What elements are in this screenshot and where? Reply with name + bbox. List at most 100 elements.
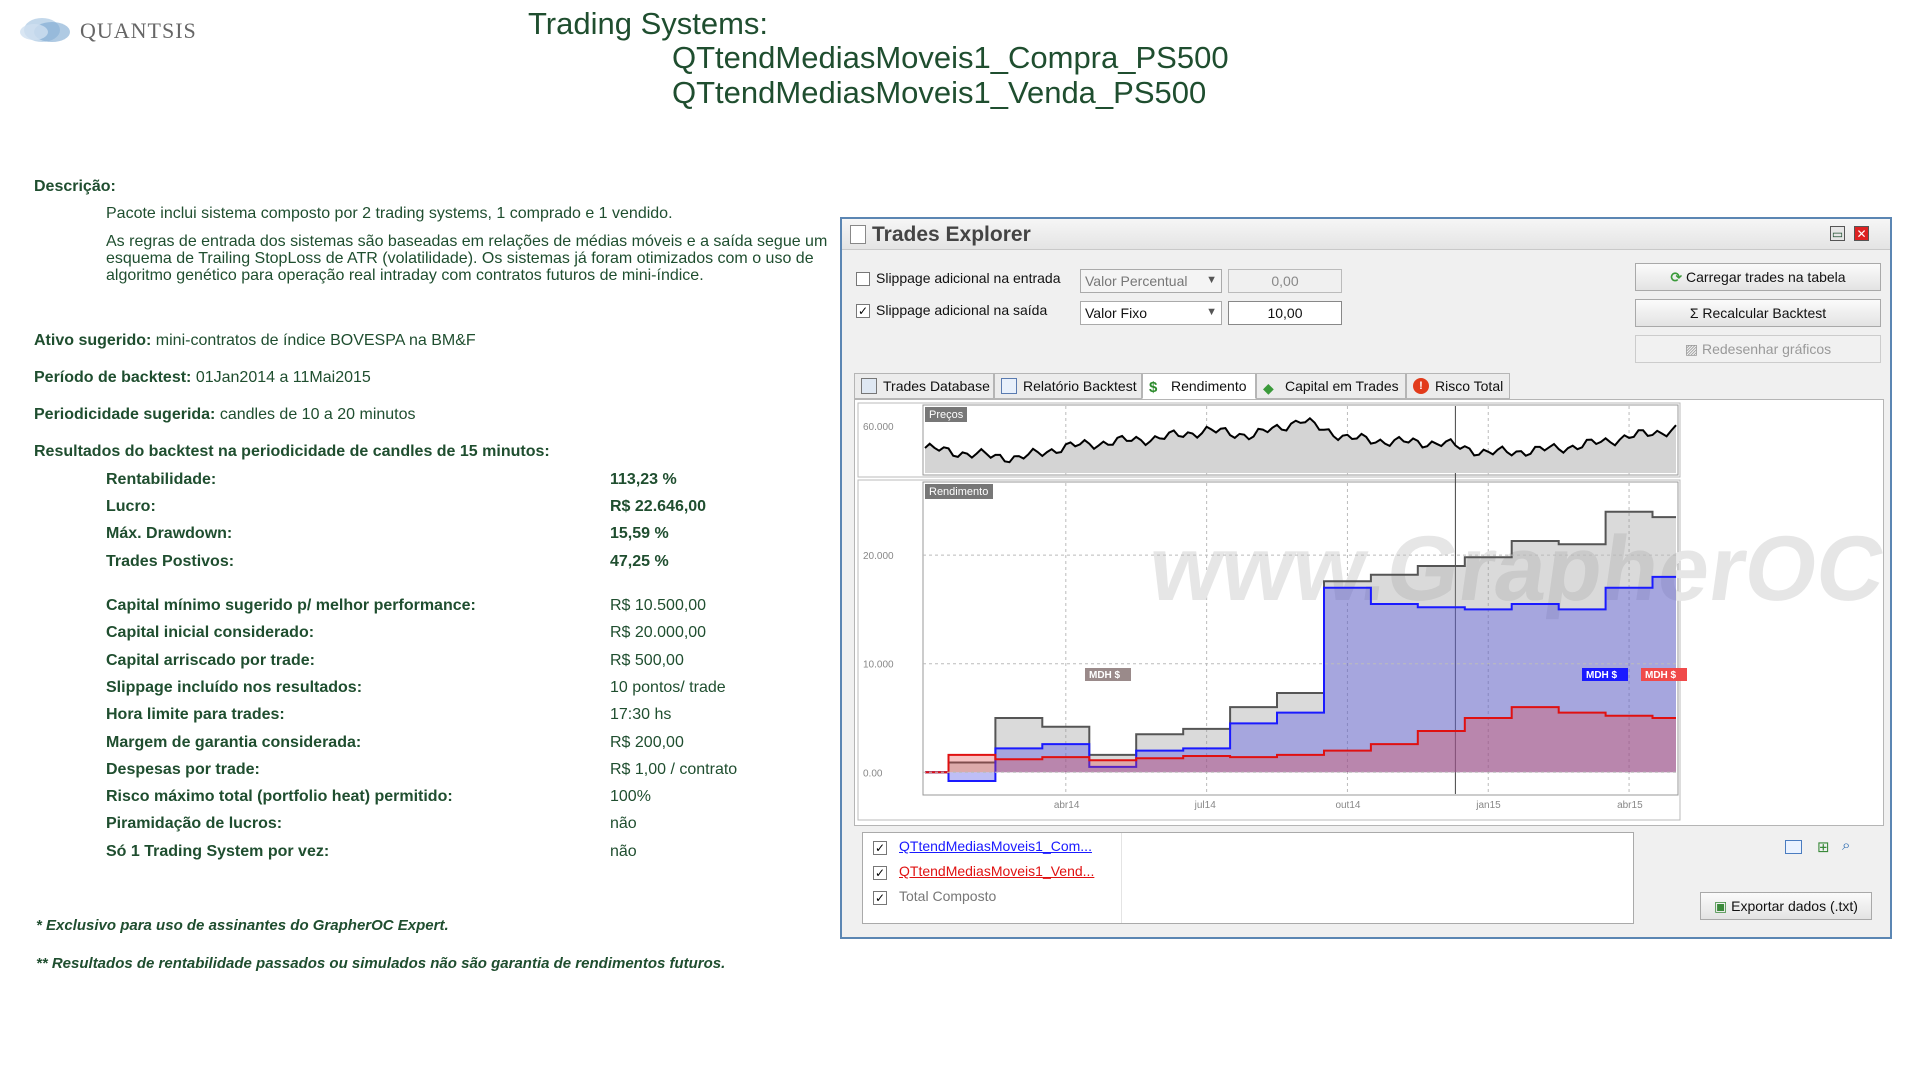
window-layout-icon[interactable] bbox=[1785, 840, 1802, 854]
legend-checkbox-venda[interactable]: ✓ bbox=[873, 866, 887, 880]
description-p2: As regras de entrada dos sistemas são ba… bbox=[106, 233, 828, 284]
param-value: R$ 1,00 / contrato bbox=[610, 761, 738, 778]
param-label: Hora limite para trades: bbox=[106, 706, 285, 723]
table-icon bbox=[861, 378, 877, 394]
param-label: Capital arriscado por trade: bbox=[106, 652, 315, 669]
param-value: R$ 200,00 bbox=[610, 734, 684, 751]
ativo-label: Ativo sugerido: bbox=[34, 332, 152, 349]
slippage-entrada-value[interactable]: 0,00 bbox=[1228, 269, 1342, 293]
periodo-value: 01Jan2014 a 11Mai2015 bbox=[191, 369, 371, 386]
result-label: Rentabilidade: bbox=[106, 471, 217, 488]
system-name-venda: QTtendMediasMoveis1_Venda_PS500 bbox=[672, 75, 1207, 110]
periodo-label: Período de backtest: bbox=[34, 369, 192, 386]
ativo-value: mini-contratos de índice BOVESPA na BM&F bbox=[151, 332, 476, 349]
redesenhar-graficos-button[interactable]: ▨ Redesenhar gráficos bbox=[1635, 335, 1881, 363]
tab-risco-total[interactable]: ! Risco Total bbox=[1406, 373, 1510, 399]
rendimento-tag: Rendimento bbox=[929, 486, 988, 498]
periodo-line: Período de backtest: 01Jan2014 a 11Mai20… bbox=[34, 369, 371, 387]
param-label: Despesas por trade: bbox=[106, 761, 260, 778]
periodicidade-label: Periodicidade sugerida: bbox=[34, 406, 216, 423]
rend-xtick: jan15 bbox=[1475, 800, 1501, 811]
slippage-entrada-mode: Valor Percentual bbox=[1085, 273, 1188, 289]
legend-item-venda[interactable]: QTtendMediasMoveis1_Vend... bbox=[899, 863, 1094, 879]
warning-icon: ! bbox=[1413, 378, 1429, 394]
rend-ytick: 20.000 bbox=[863, 551, 894, 562]
slippage-saida-checkbox[interactable]: ✓ bbox=[856, 304, 870, 318]
redesenhar-graficos-label: Redesenhar gráficos bbox=[1701, 341, 1832, 357]
tab-label: Rendimento bbox=[1171, 378, 1247, 394]
recalcular-backtest-button[interactable]: Σ Recalcular Backtest bbox=[1635, 299, 1881, 327]
page-title: Trading Systems: bbox=[528, 6, 769, 41]
result-label: Trades Postivos: bbox=[106, 553, 235, 570]
periodicidade-line: Periodicidade sugerida: candles de 10 a … bbox=[34, 406, 416, 424]
param-label: Capital mínimo sugerido p/ melhor perfor… bbox=[106, 597, 476, 614]
description-label: Descrição: bbox=[34, 178, 116, 195]
rend-xtick: abr14 bbox=[1054, 800, 1080, 811]
exportar-dados-label: Exportar dados (.txt) bbox=[1731, 898, 1858, 914]
result-value: 47,25 % bbox=[610, 553, 669, 570]
tab-label: Risco Total bbox=[1435, 378, 1504, 394]
close-icon[interactable]: ✕ bbox=[1854, 226, 1869, 241]
sigma-icon: Σ bbox=[1689, 305, 1703, 321]
exportar-dados-button[interactable]: ▣ Exportar dados (.txt) bbox=[1700, 892, 1872, 920]
legend-checkbox-total[interactable]: ✓ bbox=[873, 891, 887, 905]
param-label: Risco máximo total (portfolio heat) perm… bbox=[106, 788, 453, 805]
param-label: Capital inicial considerado: bbox=[106, 624, 315, 641]
param-value: não bbox=[610, 815, 637, 832]
slippage-saida-mode-select[interactable]: Valor Fixo ▼ bbox=[1080, 301, 1222, 325]
system-name-compra: QTtendMediasMoveis1_Compra_PS500 bbox=[672, 40, 1229, 75]
tab-relatorio-backtest[interactable]: Relatório Backtest bbox=[994, 373, 1142, 399]
tab-label: Relatório Backtest bbox=[1023, 378, 1137, 394]
param-label: Margem de garantia considerada: bbox=[106, 734, 362, 751]
legend-checkbox-compra[interactable]: ✓ bbox=[873, 841, 887, 855]
param-label: Piramidação de lucros: bbox=[106, 815, 283, 832]
money-icon: ◆ bbox=[1263, 380, 1274, 396]
slippage-saida-value[interactable]: 10,00 bbox=[1228, 301, 1342, 325]
tab-label: Capital em Trades bbox=[1285, 378, 1399, 394]
result-value: R$ 22.646,00 bbox=[610, 498, 707, 515]
magnifier-icon[interactable]: ⌕ bbox=[1842, 837, 1850, 854]
report-icon bbox=[1001, 378, 1017, 394]
slippage-entrada-label: Slippage adicional na entrada bbox=[876, 270, 1061, 286]
slippage-saida-label: Slippage adicional na saída bbox=[876, 302, 1048, 318]
resultados-label: Resultados do backtest na periodicidade … bbox=[34, 443, 550, 460]
legend-divider bbox=[1121, 833, 1122, 923]
tab-trades-database[interactable]: Trades Database bbox=[854, 373, 994, 399]
description-p1: Pacote inclui sistema composto por 2 tra… bbox=[106, 205, 673, 222]
footnote-2: ** Resultados de rentabilidade passados … bbox=[36, 955, 726, 972]
slippage-entrada-mode-select[interactable]: Valor Percentual ▼ bbox=[1080, 269, 1222, 293]
rendimento-chart-panel: www.GrapherOC.com 60.00020.00010.0000.00… bbox=[854, 399, 1919, 826]
mdh-tag-total: MDH $ bbox=[1089, 670, 1121, 681]
param-label: Slippage incluído nos resultados: bbox=[106, 679, 363, 696]
slippage-entrada-checkbox[interactable] bbox=[856, 272, 870, 286]
param-value: R$ 500,00 bbox=[610, 652, 684, 669]
param-value: R$ 10.500,00 bbox=[610, 597, 707, 614]
recalcular-backtest-label: Recalcular Backtest bbox=[1702, 305, 1827, 321]
window-titlebar[interactable]: Trades Explorer ▭ ✕ bbox=[842, 219, 1890, 250]
legend-item-compra[interactable]: QTtendMediasMoveis1_Com... bbox=[899, 838, 1092, 854]
zoom-region-icon[interactable]: ⊞ bbox=[1817, 838, 1830, 856]
series-legend: ✓ QTtendMediasMoveis1_Com... ✓ QTtendMed… bbox=[862, 832, 1634, 924]
ativo-line: Ativo sugerido: mini-contratos de índice… bbox=[34, 332, 476, 350]
refresh-icon: ⟳ bbox=[1670, 269, 1687, 285]
legend-item-total[interactable]: Total Composto bbox=[899, 888, 996, 904]
tab-rendimento[interactable]: $ Rendimento bbox=[1142, 373, 1256, 399]
tab-label: Trades Database bbox=[883, 378, 990, 394]
result-label: Lucro: bbox=[106, 498, 156, 515]
carregar-trades-label: Carregar trades na tabela bbox=[1686, 269, 1846, 285]
tab-capital-em-trades[interactable]: ◆ Capital em Trades bbox=[1256, 373, 1406, 399]
param-value: R$ 20.000,00 bbox=[610, 624, 707, 641]
param-value: 100% bbox=[610, 788, 651, 805]
trades-explorer-window: Trades Explorer ▭ ✕ Slippage adicional n… bbox=[840, 217, 1919, 939]
maximize-icon[interactable]: ▭ bbox=[1830, 226, 1845, 241]
carregar-trades-button[interactable]: ⟳ Carregar trades na tabela bbox=[1635, 263, 1881, 291]
result-value: 15,59 % bbox=[610, 525, 669, 542]
precos-tag: Preços bbox=[929, 409, 964, 421]
slippage-saida-mode: Valor Fixo bbox=[1085, 305, 1147, 321]
param-label: Só 1 Trading System por vez: bbox=[106, 843, 330, 860]
chevron-down-icon: ▼ bbox=[1206, 274, 1217, 286]
rend-xtick: abr15 bbox=[1617, 800, 1643, 811]
periodicidade-value: candles de 10 a 20 minutos bbox=[215, 406, 416, 423]
mdh-tag-venda: MDH $ bbox=[1645, 670, 1677, 681]
chevron-down-icon: ▼ bbox=[1206, 306, 1217, 318]
